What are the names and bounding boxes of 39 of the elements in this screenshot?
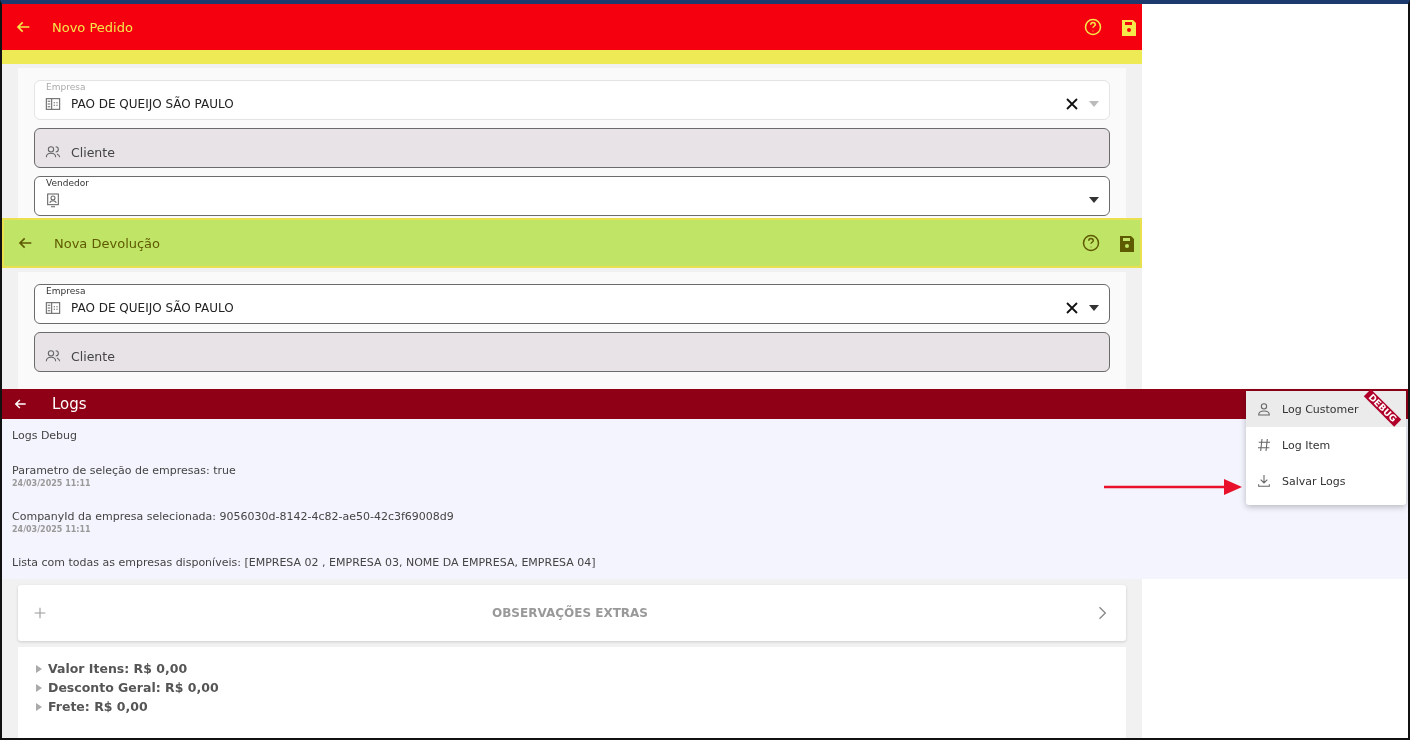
screen-title: Nova Devolução xyxy=(54,235,162,251)
field-value: PAO DE QUEIJO SÃO PAULO xyxy=(71,97,235,111)
users-icon xyxy=(45,144,61,160)
dropdown-caret-icon[interactable] xyxy=(1089,305,1099,312)
screen-title: Logs xyxy=(52,395,87,414)
person-icon xyxy=(1256,401,1272,418)
log-message: Lista com todas as empresas disponíveis: [EMPRESA 02 , EMPRESA 03, NOME DA EMPRESA, EMPRESA 04] xyxy=(12,556,596,570)
save-icon[interactable] xyxy=(1122,18,1136,36)
section-title: OBSERVAÇÕES EXTRAS xyxy=(491,606,649,621)
log-heading: Logs Debug xyxy=(12,429,79,443)
search-field[interactable]: Cliente xyxy=(34,332,1110,373)
dropdown-caret-icon[interactable] xyxy=(1089,197,1099,203)
field-label: Empresa xyxy=(45,286,87,297)
hash-icon xyxy=(1256,437,1272,454)
download-icon xyxy=(1256,473,1272,490)
total-label: Desconto Geral: R$ 0,00 xyxy=(48,680,219,696)
field-value: PAO DE QUEIJO SÃO PAULO xyxy=(71,301,235,316)
menu-item[interactable]: Salvar Logs xyxy=(1246,463,1406,500)
search-field[interactable]: Cliente xyxy=(34,128,1110,168)
select-field[interactable]: Empresa PAO DE QUEIJO SÃO PAULO xyxy=(34,284,1110,325)
field-label: Empresa xyxy=(45,82,87,92)
building-icon xyxy=(45,300,61,317)
log-timestamp: 24/03/2025 11:11 xyxy=(12,525,91,535)
total-label: Frete: R$ 0,00 xyxy=(48,699,148,715)
field-placeholder: Cliente xyxy=(71,348,116,364)
clear-icon[interactable] xyxy=(1065,301,1079,316)
log-message: CompanyId da empresa selecionada: 9056030d-8142-4c82-ae50-42c3f69008d9 xyxy=(12,510,454,524)
screen-title: Novo Pedido xyxy=(52,19,134,35)
field-placeholder: Cliente xyxy=(71,144,116,160)
save-icon[interactable] xyxy=(1120,234,1134,253)
log-timestamp: 24/03/2025 11:11 xyxy=(12,479,91,489)
menu-item[interactable]: Log Item xyxy=(1246,427,1406,464)
building-icon xyxy=(45,96,61,112)
field-label: Vendedor xyxy=(45,178,90,188)
id-badge-icon xyxy=(45,192,61,208)
select-field[interactable]: Vendedor xyxy=(34,176,1110,216)
log-message: Parametro de seleção de empresas: true xyxy=(12,464,236,478)
help-icon[interactable] xyxy=(1082,234,1100,253)
total-label: Valor Itens: R$ 0,00 xyxy=(48,661,188,677)
